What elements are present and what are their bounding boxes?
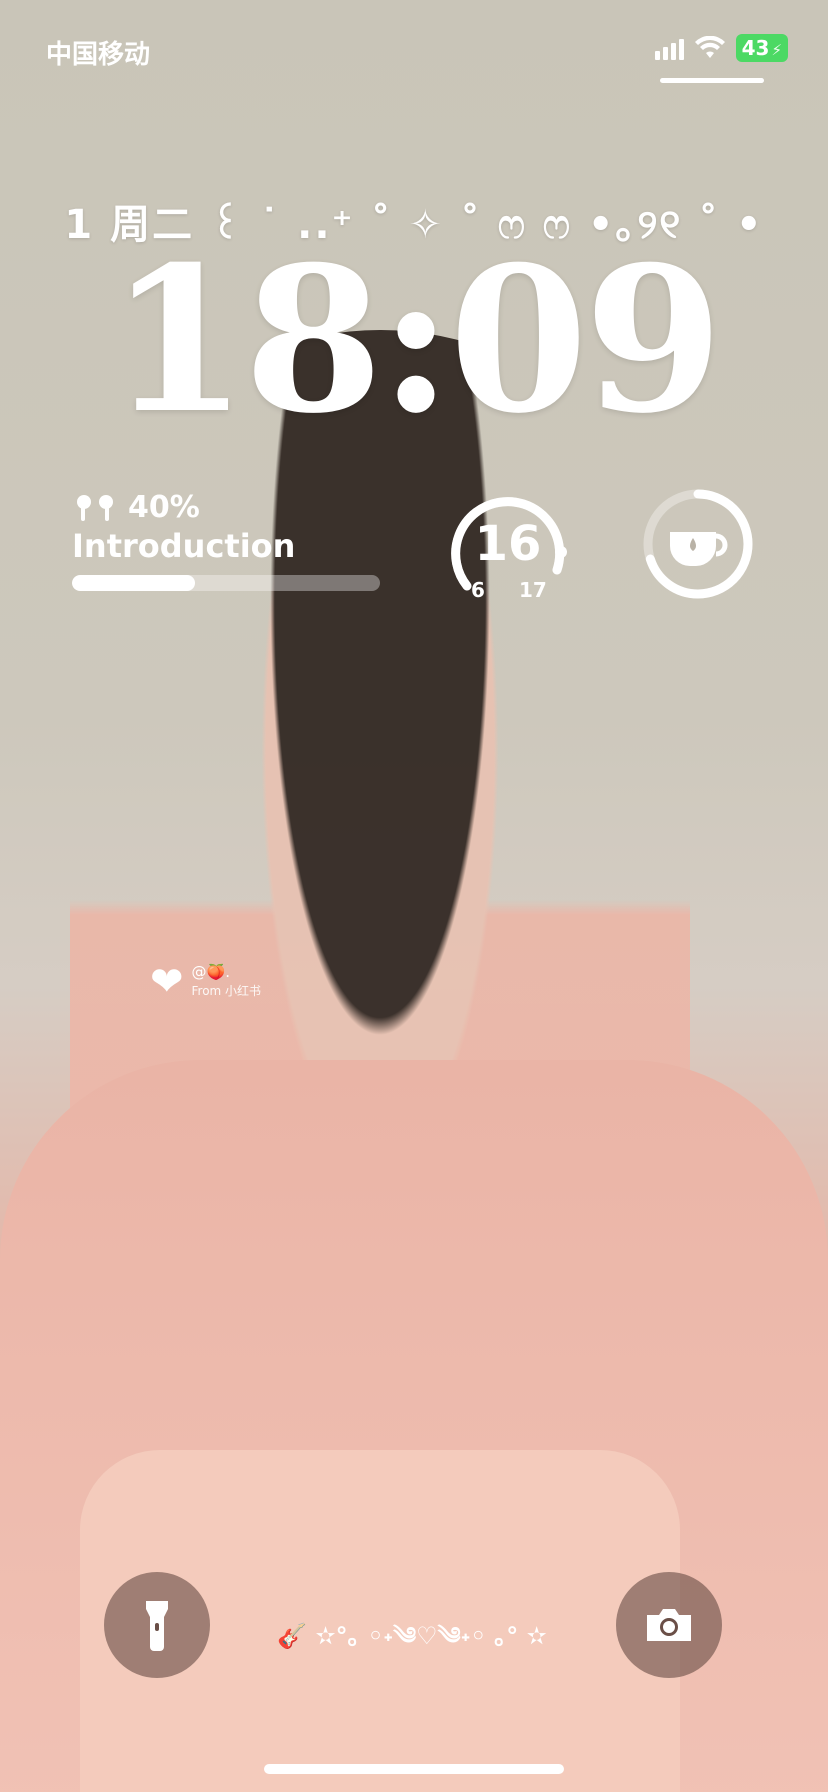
xiaohongshu-note: ❤ @🍑. From 小红书: [150, 962, 261, 1002]
gauge-value: 16: [474, 516, 542, 572]
camera-icon: [647, 1609, 691, 1641]
airpods-percent: 40%: [128, 490, 200, 525]
gauge-max: 17: [519, 578, 547, 602]
airpods-icon: [77, 494, 113, 521]
tea-ring: [643, 489, 753, 599]
heart-icon: ❤: [150, 959, 184, 1005]
status-underline: [660, 78, 764, 83]
battery-indicator: 43: [735, 34, 788, 62]
airpods-title: Introduction: [72, 527, 296, 565]
flashlight-icon: [146, 1601, 168, 1651]
home-indicator[interactable]: [264, 1764, 564, 1774]
gauge-widget[interactable]: 16 6 17: [445, 486, 571, 612]
gauge-min: 6: [471, 578, 485, 602]
wifi-icon: [694, 36, 725, 58]
note-handle: @🍑.: [191, 963, 230, 981]
signal-icon: [654, 36, 684, 60]
tea-ring-widget[interactable]: [640, 486, 756, 602]
note-source: From 小红书: [191, 984, 262, 998]
airpods-progress-bar: [72, 575, 380, 591]
status-bar: 中国移动 43: [0, 0, 828, 110]
clock-time: 18:09: [108, 223, 723, 458]
airpods-progress-fill: [72, 575, 196, 591]
airpods-battery-widget[interactable]: 40% Introduction: [72, 490, 382, 591]
camera-button[interactable]: [616, 1572, 722, 1678]
teacup-icon: [670, 532, 728, 566]
dock-kaomoji: 🎸 ✫°｡ ◦˖༄♡༄˖◦ ｡° ✫: [277, 1622, 547, 1650]
flashlight-button[interactable]: [104, 1572, 210, 1678]
status-indicators: 43: [654, 34, 788, 62]
carrier-label: 中国移动: [46, 40, 151, 70]
